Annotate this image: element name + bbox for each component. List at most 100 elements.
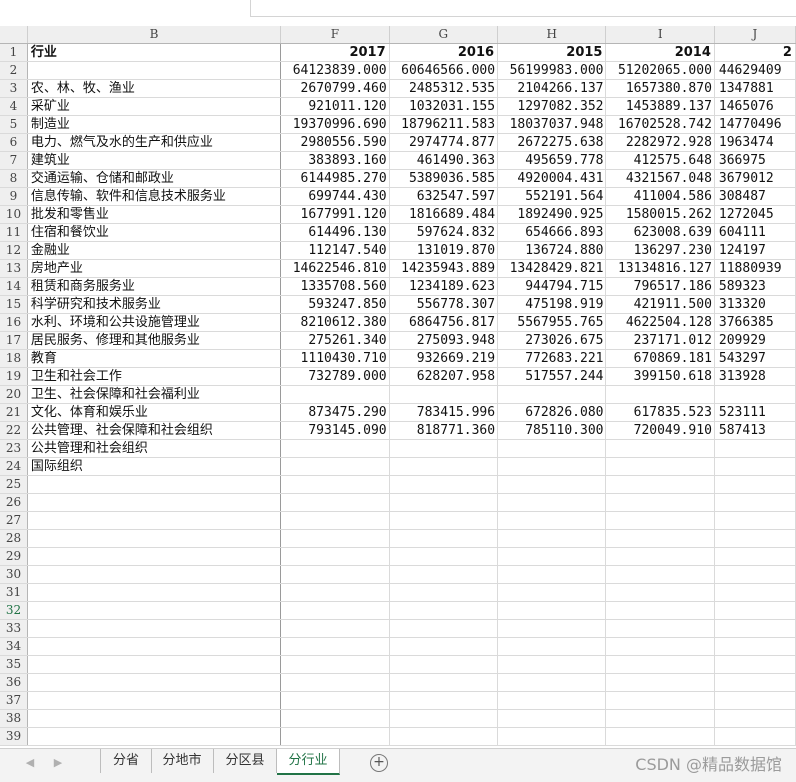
cell-value[interactable]: 273026.675	[497, 331, 607, 350]
cell-value[interactable]: 2980556.590	[280, 133, 390, 152]
cell-value[interactable]: 2670799.460	[280, 79, 390, 98]
cell-value[interactable]: 1110430.710	[280, 349, 390, 368]
empty-cell[interactable]	[27, 655, 282, 674]
cell-value[interactable]: 617835.523	[605, 403, 715, 422]
cell-value[interactable]: 873475.290	[280, 403, 390, 422]
empty-cell[interactable]	[605, 565, 715, 584]
select-all-corner[interactable]	[0, 26, 28, 44]
cell-value[interactable]: 543297	[714, 349, 796, 368]
row-header[interactable]: 17	[0, 331, 28, 350]
cell-value[interactable]: 14235943.889	[389, 259, 499, 278]
cell-value[interactable]: 1657380.870	[605, 79, 715, 98]
row-header[interactable]: 20	[0, 385, 28, 404]
cell-year[interactable]: 2016	[389, 43, 499, 62]
row-header[interactable]: 39	[0, 727, 28, 746]
empty-cell[interactable]	[714, 529, 796, 548]
cell-value[interactable]: 209929	[714, 331, 796, 350]
empty-cell[interactable]	[389, 475, 499, 494]
empty-cell[interactable]	[497, 583, 607, 602]
cell-value[interactable]: 112147.540	[280, 241, 390, 260]
cell-value[interactable]	[605, 385, 715, 404]
row-header[interactable]: 8	[0, 169, 28, 188]
empty-cell[interactable]	[27, 637, 282, 656]
column-header-G[interactable]: G	[389, 26, 499, 44]
cell-value[interactable]: 4622504.128	[605, 313, 715, 332]
empty-cell[interactable]	[497, 727, 607, 746]
empty-cell[interactable]	[497, 637, 607, 656]
empty-cell[interactable]	[605, 655, 715, 674]
cell-value[interactable]: 18796211.583	[389, 115, 499, 134]
row-header[interactable]: 2	[0, 61, 28, 80]
cell-industry-label[interactable]: 文化、体育和娱乐业	[27, 403, 282, 422]
cell-value[interactable]: 523111	[714, 403, 796, 422]
empty-cell[interactable]	[27, 511, 282, 530]
column-header-I[interactable]: I	[605, 26, 715, 44]
cell-header-label[interactable]: 行业	[27, 43, 282, 62]
row-header[interactable]: 7	[0, 151, 28, 170]
empty-cell[interactable]	[280, 655, 390, 674]
empty-cell[interactable]	[389, 709, 499, 728]
empty-cell[interactable]	[389, 601, 499, 620]
empty-cell[interactable]	[280, 727, 390, 746]
empty-cell[interactable]	[714, 691, 796, 710]
empty-cell[interactable]	[605, 727, 715, 746]
empty-cell[interactable]	[605, 691, 715, 710]
cell-year[interactable]: 2017	[280, 43, 390, 62]
empty-cell[interactable]	[605, 673, 715, 692]
column-header-H[interactable]: H	[497, 26, 607, 44]
row-header[interactable]: 30	[0, 565, 28, 584]
empty-cell[interactable]	[605, 511, 715, 530]
cell-value[interactable]	[714, 439, 796, 458]
cell-value[interactable]: 1580015.262	[605, 205, 715, 224]
empty-cell[interactable]	[280, 511, 390, 530]
empty-cell[interactable]	[389, 727, 499, 746]
cell-industry-label[interactable]	[27, 61, 282, 80]
row-header[interactable]: 6	[0, 133, 28, 152]
cell-industry-label[interactable]: 住宿和餐饮业	[27, 223, 282, 242]
cell-value[interactable]	[497, 385, 607, 404]
row-header[interactable]: 1	[0, 43, 28, 62]
empty-cell[interactable]	[389, 673, 499, 692]
empty-cell[interactable]	[389, 637, 499, 656]
cell-value[interactable]	[280, 385, 390, 404]
row-header[interactable]: 24	[0, 457, 28, 476]
cell-value[interactable]: 670869.181	[605, 349, 715, 368]
row-header[interactable]: 37	[0, 691, 28, 710]
cell-value[interactable]: 5567955.765	[497, 313, 607, 332]
cell-value[interactable]: 1816689.484	[389, 205, 499, 224]
cell-value[interactable]: 552191.564	[497, 187, 607, 206]
empty-cell[interactable]	[497, 619, 607, 638]
cell-value[interactable]	[605, 457, 715, 476]
row-header[interactable]: 26	[0, 493, 28, 512]
cell-value[interactable]: 13134816.127	[605, 259, 715, 278]
row-header[interactable]: 32	[0, 601, 28, 620]
empty-cell[interactable]	[280, 475, 390, 494]
empty-cell[interactable]	[497, 547, 607, 566]
empty-cell[interactable]	[280, 601, 390, 620]
cell-value[interactable]: 421911.500	[605, 295, 715, 314]
empty-cell[interactable]	[605, 583, 715, 602]
empty-cell[interactable]	[280, 547, 390, 566]
cell-value[interactable]	[497, 439, 607, 458]
cell-value[interactable]: 556778.307	[389, 295, 499, 314]
empty-cell[interactable]	[27, 493, 282, 512]
cell-value[interactable]: 275261.340	[280, 331, 390, 350]
cell-value[interactable]	[497, 457, 607, 476]
empty-cell[interactable]	[497, 601, 607, 620]
cell-value[interactable]: 654666.893	[497, 223, 607, 242]
cell-value[interactable]: 131019.870	[389, 241, 499, 260]
cell-value[interactable]: 475198.919	[497, 295, 607, 314]
empty-cell[interactable]	[714, 493, 796, 512]
empty-cell[interactable]	[714, 547, 796, 566]
empty-cell[interactable]	[497, 529, 607, 548]
row-header[interactable]: 35	[0, 655, 28, 674]
empty-cell[interactable]	[714, 511, 796, 530]
cell-value[interactable]: 732789.000	[280, 367, 390, 386]
row-header[interactable]: 10	[0, 205, 28, 224]
empty-cell[interactable]	[389, 529, 499, 548]
row-header[interactable]: 11	[0, 223, 28, 242]
cell-value[interactable]: 921011.120	[280, 97, 390, 116]
row-header[interactable]: 31	[0, 583, 28, 602]
add-sheet-icon[interactable]: +	[370, 754, 388, 772]
row-header[interactable]: 29	[0, 547, 28, 566]
